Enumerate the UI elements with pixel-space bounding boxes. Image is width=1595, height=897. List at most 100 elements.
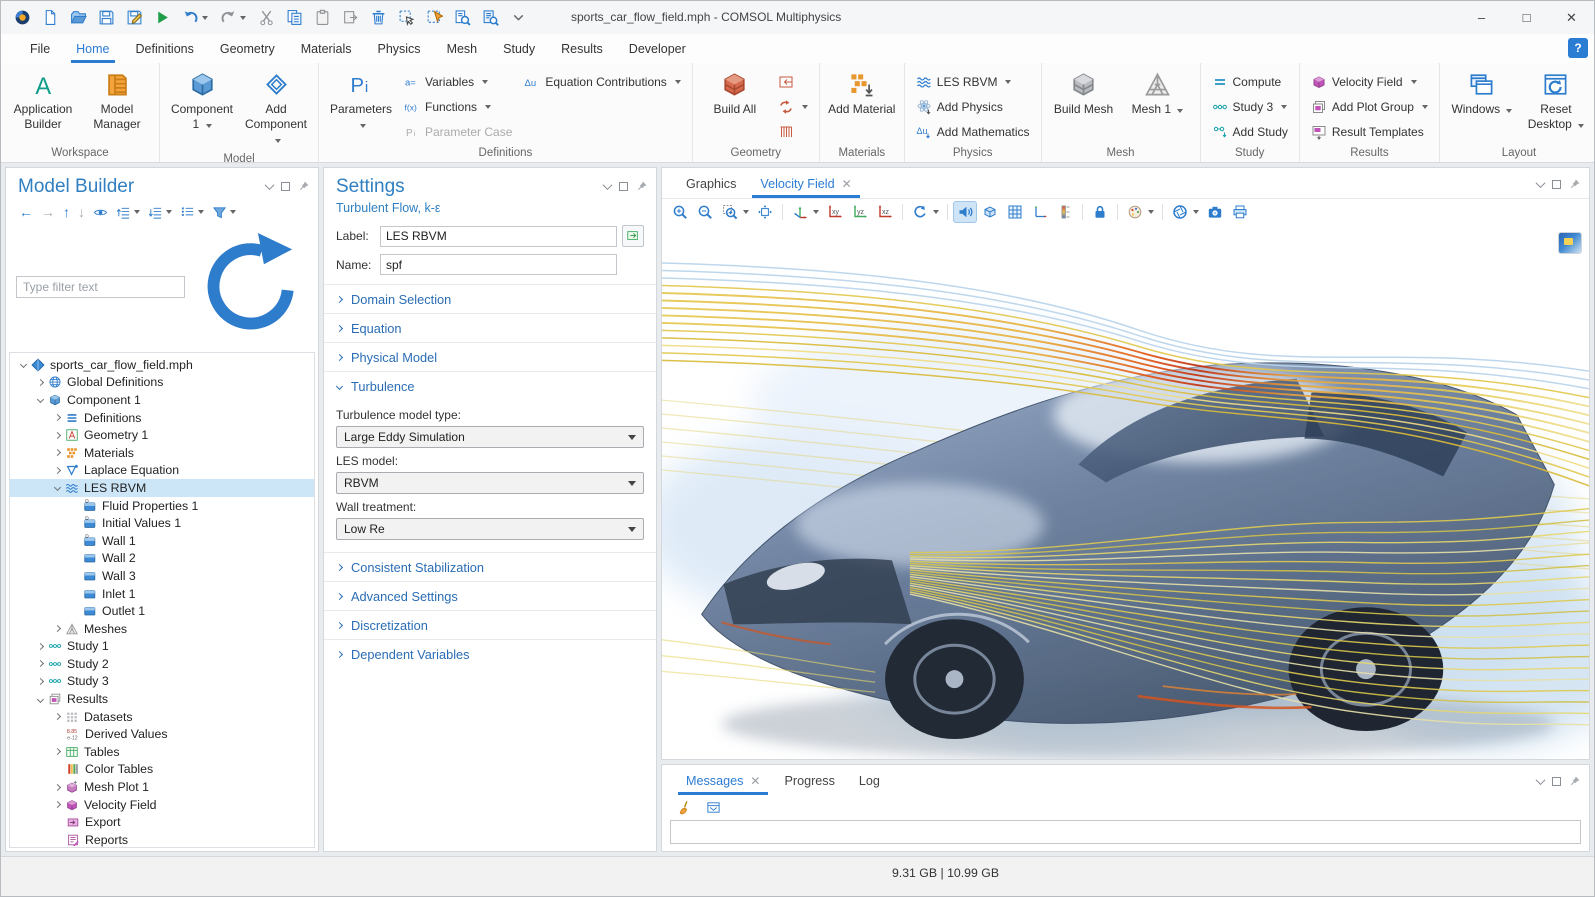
add-mathematics-button[interactable]: ΔuAdd Mathematics [911, 119, 1035, 144]
functions-button[interactable]: f(x)Functions [399, 94, 517, 119]
expand-arrow-icon[interactable] [50, 415, 64, 420]
camera-button[interactable] [1203, 201, 1227, 223]
scene-light-button[interactable] [953, 201, 977, 223]
select-box-button[interactable] [393, 5, 419, 31]
tree-item-geometry-1[interactable]: Geometry 1 [10, 426, 314, 444]
menu-results[interactable]: Results [548, 34, 616, 63]
tree-item-study-2[interactable]: Study 2 [10, 655, 314, 673]
tree-item-wall-3[interactable]: Wall 3 [10, 567, 314, 585]
component-1-button[interactable]: Component 1 [166, 67, 238, 136]
close-tab-icon[interactable]: ✕ [750, 774, 760, 788]
tree-item-reports[interactable]: Reports [10, 831, 314, 848]
section-header-domain-selection[interactable]: Domain Selection [324, 285, 656, 313]
collapse-arrow-icon[interactable] [50, 485, 64, 490]
tree-item-color-tables[interactable]: Color Tables [10, 761, 314, 779]
menu-definitions[interactable]: Definitions [123, 34, 207, 63]
zoom-box-button[interactable] [718, 201, 752, 223]
tree-item-component-1[interactable]: Component 1 [10, 391, 314, 409]
refresh-icon[interactable] [191, 227, 310, 346]
expand-all-button[interactable] [145, 202, 175, 222]
add-component-button[interactable]: Add Component [240, 67, 312, 151]
collapse-arrow-icon[interactable] [16, 362, 30, 367]
duplicate-button[interactable] [337, 5, 363, 31]
menu-physics[interactable]: Physics [364, 34, 433, 63]
float-panel-icon[interactable] [619, 182, 628, 191]
tree-item-inlet-1[interactable]: Inlet 1 [10, 585, 314, 603]
plot-thumbnail-icon[interactable] [1559, 233, 1581, 253]
parameters-button[interactable]: PiParameters [325, 67, 397, 136]
add-study-button[interactable]: Add Study [1207, 119, 1293, 144]
equation-contributions-button[interactable]: ΔuEquation Contributions [519, 69, 685, 94]
cut-button[interactable] [253, 5, 279, 31]
tree-item-wall-2[interactable]: Wall 2 [10, 550, 314, 568]
tree-item-materials[interactable]: Materials [10, 444, 314, 462]
tree-item-outlet-1[interactable]: Outlet 1 [10, 602, 314, 620]
pin-icon[interactable] [636, 180, 648, 192]
expand-arrow-icon[interactable] [50, 450, 64, 455]
mesh-1-button[interactable]: Mesh 1 [1122, 67, 1194, 121]
les-rbvm-button[interactable]: LES RBVM [911, 69, 1035, 94]
application-builder-button[interactable]: AApplication Builder [7, 67, 79, 136]
tree-item-initial-values-1[interactable]: DInitial Values 1 [10, 514, 314, 532]
pin-icon[interactable] [1569, 775, 1581, 787]
geom-rebuild-button[interactable] [773, 94, 813, 119]
section-header-advanced-settings[interactable]: Advanced Settings [324, 582, 656, 610]
tree-item-derived-values[interactable]: 8.85e-12Derived Values [10, 725, 314, 743]
save-as-button[interactable] [121, 5, 147, 31]
lock-button[interactable] [1088, 201, 1112, 223]
message-table-button[interactable] [703, 797, 724, 817]
filter-button[interactable] [209, 202, 239, 222]
orientation-button[interactable] [788, 201, 822, 223]
variables-button[interactable]: a=Variables [399, 69, 517, 94]
compute-button[interactable]: Compute [1207, 69, 1293, 94]
messages-output[interactable] [670, 820, 1581, 844]
pin-icon[interactable] [298, 180, 310, 192]
model-manager-button[interactable]: Model Manager [81, 67, 153, 136]
expand-arrow-icon[interactable] [33, 661, 47, 666]
tree-item-results[interactable]: Results [10, 690, 314, 708]
view-xy-button[interactable]: xy [823, 201, 847, 223]
redo-button[interactable] [215, 5, 251, 31]
graphics-tab-velocity-field[interactable]: Velocity Field✕ [750, 177, 861, 198]
tree-item-study-1[interactable]: Study 1 [10, 638, 314, 656]
float-panel-icon[interactable] [281, 182, 290, 191]
pin-icon[interactable] [1569, 178, 1581, 190]
menu-file[interactable]: File [17, 34, 63, 63]
new-file-button[interactable] [37, 5, 63, 31]
tree-item-fluid-properties-1[interactable]: DFluid Properties 1 [10, 497, 314, 515]
nav-forward-button[interactable]: → [38, 202, 58, 222]
tree-item-global-definitions[interactable]: Global Definitions [10, 374, 314, 392]
messages-tab-messages[interactable]: Messages✕ [676, 774, 770, 795]
overflow-chevron-button[interactable] [505, 5, 531, 31]
help-button[interactable]: ? [1568, 38, 1588, 58]
result-templates-button[interactable]: Result Templates [1306, 119, 1433, 144]
maximize-button[interactable]: □ [1504, 1, 1549, 34]
print-button[interactable] [1228, 201, 1252, 223]
undo-button[interactable] [177, 5, 213, 31]
comsol-logo-button[interactable] [9, 5, 35, 31]
geom-fence-button[interactable] [773, 119, 813, 144]
expand-arrow-icon[interactable] [50, 433, 64, 438]
move-down-button[interactable]: ↓ [75, 202, 88, 222]
open-button[interactable] [65, 5, 91, 31]
close-button[interactable]: ✕ [1549, 1, 1594, 34]
panel-menu-icon[interactable] [1536, 775, 1546, 785]
nav-back-button[interactable]: ← [16, 202, 36, 222]
zoom-in-button[interactable] [668, 201, 692, 223]
parameter-case-button[interactable]: PiParameter Case [399, 119, 517, 144]
expand-arrow-icon[interactable] [33, 380, 47, 385]
tree-item-sports-car-flow-field-mph[interactable]: sports_car_flow_field.mph [10, 356, 314, 374]
tree-item-wall-1[interactable]: DWall 1 [10, 532, 314, 550]
graphics-canvas[interactable] [662, 225, 1589, 759]
tree-item-les-rbvm[interactable]: LES RBVM [10, 479, 314, 497]
expand-arrow-icon[interactable] [33, 644, 47, 649]
save-button[interactable] [93, 5, 119, 31]
tree-item-export[interactable]: Export [10, 813, 314, 831]
velocity-field-button[interactable]: Velocity Field [1306, 69, 1433, 94]
rotate-button[interactable] [908, 201, 942, 223]
tree-item-mesh-plot-1[interactable]: Mesh Plot 1 [10, 778, 314, 796]
tree-item-datasets[interactable]: Datasets [10, 708, 314, 726]
menu-mesh[interactable]: Mesh [434, 34, 491, 63]
panel-menu-icon[interactable] [1536, 178, 1546, 188]
section-header-dependent-variables[interactable]: Dependent Variables [324, 640, 656, 668]
